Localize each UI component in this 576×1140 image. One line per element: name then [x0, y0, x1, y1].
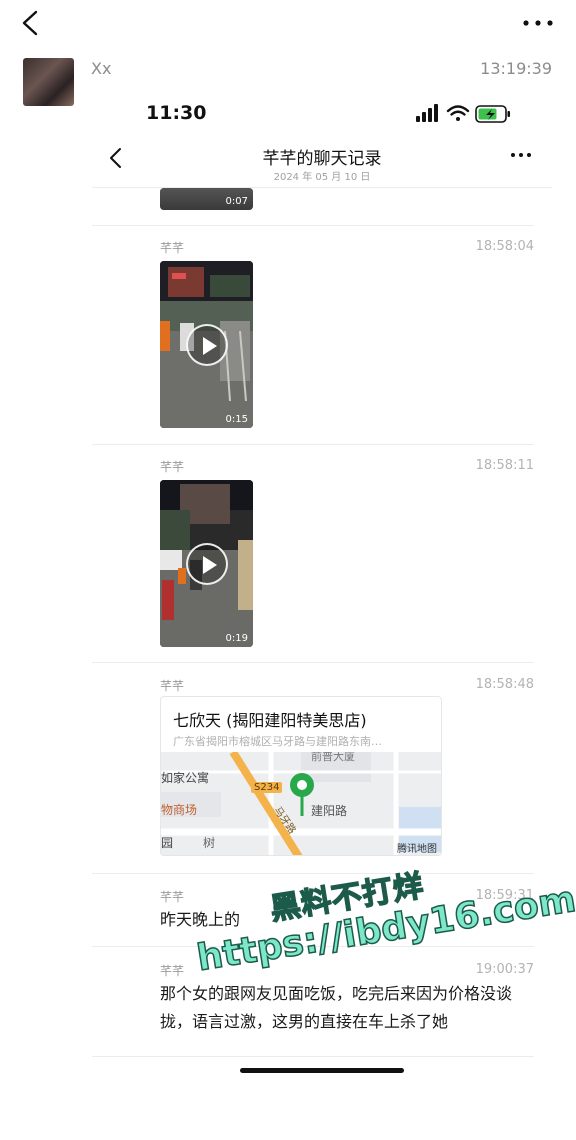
map-label-road-main: 建阳路 — [311, 804, 348, 818]
map-provider: 腾讯地图 — [397, 844, 437, 855]
sender-name: Xx — [91, 59, 112, 78]
map-label-apartment: 如家公寓 — [161, 771, 210, 785]
more-icon[interactable] — [520, 8, 556, 38]
map-label-park: 园 — [161, 836, 174, 850]
message-sender: 芊芊 — [160, 460, 185, 474]
message-sender: 芊芊 — [160, 964, 185, 978]
video-duration: 0:15 — [225, 414, 248, 425]
chat-header: 芊芊的聊天记录 2024 年 05 月 10 日 — [92, 138, 552, 188]
more-icon[interactable] — [510, 150, 532, 160]
location-title: 七欣天 (揭阳建阳特美思店) — [173, 711, 367, 730]
message-sender: 芊芊 — [160, 890, 185, 904]
map-pin-icon — [290, 773, 314, 816]
play-icon[interactable] — [185, 542, 228, 585]
back-icon[interactable] — [14, 6, 48, 40]
wifi-icon — [446, 105, 470, 121]
message-time: 18:58:11 — [475, 458, 534, 473]
battery-icon — [475, 105, 510, 123]
location-address: 广东省揭阳市榕城区马牙路与建阳路东南… — [173, 735, 382, 748]
play-icon[interactable] — [185, 323, 228, 366]
sender-time: 13:19:39 — [480, 59, 552, 78]
location-card[interactable]: 七欣天 (揭阳建阳特美思店) 广东省揭阳市榕城区马牙路与建阳路东南… 前普大厦 … — [160, 696, 442, 856]
chat-title: 芊芊的聊天记录 — [262, 149, 382, 169]
chat-date: 2024 年 05 月 10 日 — [273, 172, 371, 183]
divider — [92, 444, 534, 445]
video-message[interactable]: 0:19 — [160, 480, 253, 647]
map-label-tree: 树 — [203, 836, 216, 850]
message-time: 18:58:04 — [475, 239, 534, 254]
divider — [92, 1056, 534, 1057]
divider — [92, 225, 534, 226]
message-sender: 芊芊 — [160, 679, 185, 693]
map-road-tag: S234 — [251, 782, 283, 793]
signal-icon — [416, 104, 438, 122]
video-duration: 0:19 — [225, 633, 248, 644]
location-map[interactable]: 前普大厦 如家公寓 物商场 S234 建阳路 马牙路 园 树 腾讯地图 — [161, 752, 441, 855]
video-message[interactable]: 0:07 — [160, 188, 253, 210]
message-time: 18:58:48 — [475, 677, 534, 692]
map-label-shop: 物商场 — [161, 803, 198, 817]
video-message[interactable]: 0:15 — [160, 261, 253, 428]
video-duration: 0:07 — [225, 196, 248, 207]
home-indicator — [240, 1068, 404, 1073]
status-icons — [416, 104, 510, 123]
message-sender: 芊芊 — [160, 241, 185, 255]
top-bar — [0, 0, 576, 50]
map-label-tower: 前普大厦 — [311, 752, 355, 763]
status-time: 11:30 — [146, 102, 207, 124]
avatar[interactable] — [23, 58, 74, 106]
divider — [92, 662, 534, 663]
